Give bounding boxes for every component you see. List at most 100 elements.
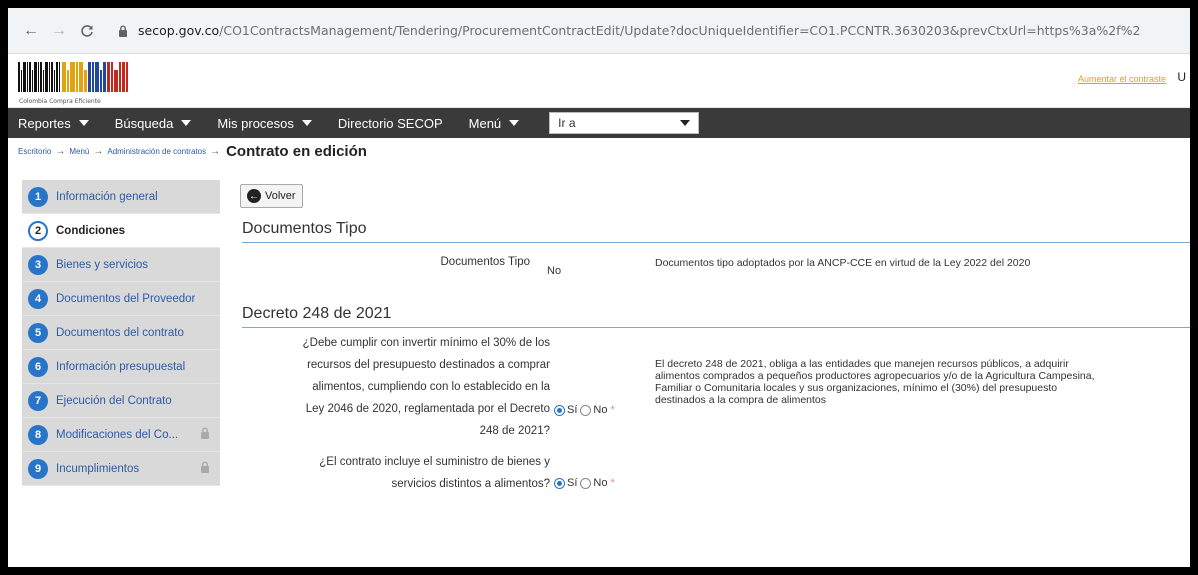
logo-bar <box>40 62 42 92</box>
question-line: ¿El contrato incluye el suministro de bi… <box>319 456 550 468</box>
sidebar-step-9[interactable]: 9 Incumplimientos <box>22 452 220 486</box>
user-initial[interactable]: U <box>1177 70 1186 84</box>
logo-bar <box>79 62 83 92</box>
logo-bar <box>32 70 33 92</box>
q1-no-label[interactable]: No <box>593 404 607 416</box>
logo-bar <box>38 62 39 92</box>
lock-icon[interactable] <box>114 25 132 37</box>
logo-bar <box>54 70 55 92</box>
menu-menu[interactable]: Menú <box>459 108 530 138</box>
logo-bar <box>122 62 125 92</box>
section-title-documentos-tipo: Documentos Tipo <box>242 220 1190 243</box>
url-host: secop.gov.co <box>138 23 220 38</box>
forward-arrow-icon[interactable]: → <box>48 20 70 42</box>
logo-bar <box>84 70 87 92</box>
q1-radio-yes[interactable] <box>554 404 565 416</box>
url-path: /CO1ContractsManagement/Tendering/Procur… <box>219 23 1141 38</box>
q2-no-label[interactable]: No <box>593 477 607 489</box>
sidebar-step-1[interactable]: 1 Información general <box>22 180 220 214</box>
logo-bar <box>126 62 128 92</box>
browser-window: ← → secop.gov.co/CO1ContractsManagement/… <box>8 8 1190 567</box>
q2-radio-yes[interactable] <box>554 477 565 489</box>
logo-caption: Colombia Compra Eficiente <box>19 98 101 105</box>
question-line: 248 de 2021? <box>479 425 550 437</box>
step-label: Incumplimientos <box>56 462 140 475</box>
logo-bar <box>21 70 22 92</box>
step-label: Modificaciones del Co... <box>56 428 179 441</box>
main-content: ← Volver Documentos Tipo Documentos Tipo… <box>234 180 1190 518</box>
logo-bar <box>49 62 50 92</box>
logo-bar <box>51 62 53 92</box>
logo-bar <box>43 70 44 92</box>
back-button[interactable]: ← Volver <box>240 184 303 208</box>
question-bienes-servicios: ¿El contrato incluye el suministro de bi… <box>220 451 550 495</box>
arrow-right-icon: → <box>93 145 104 157</box>
sidebar-step-7[interactable]: 7 Ejecución del Contrato <box>22 384 220 418</box>
question-30-percent: ¿Debe cumplir con invertir mínimo el 30%… <box>220 332 550 442</box>
main-menubar: Reportes Búsqueda Mis procesos Directori… <box>8 108 1190 138</box>
breadcrumb-administracion[interactable]: Administración de contratos <box>107 147 206 156</box>
q2-yes-label[interactable]: Sí <box>567 477 577 489</box>
goto-select[interactable]: Ir a <box>549 112 700 134</box>
logo-bar <box>103 62 106 92</box>
step-number: 9 <box>28 458 48 479</box>
sidebar-step-5[interactable]: 5 Documentos del contrato <box>22 316 220 350</box>
chevron-down-icon <box>301 120 312 126</box>
menu-directorio-secop[interactable]: Directorio SECOP <box>328 108 453 138</box>
step-label: Bienes y servicios <box>56 258 149 271</box>
q1-radio-group: Sí No * <box>554 404 615 416</box>
step-number: 4 <box>28 288 48 309</box>
back-button-label: Volver <box>265 190 296 202</box>
step-label: Condiciones <box>56 224 126 237</box>
step-number: 1 <box>28 186 48 207</box>
logo-bar <box>76 62 78 92</box>
q1-yes-label[interactable]: Sí <box>567 404 577 416</box>
arrow-right-icon: → <box>210 145 221 157</box>
logo-bar <box>107 62 110 92</box>
step-label: Información presupuestal <box>56 360 186 373</box>
reload-icon[interactable] <box>76 20 98 42</box>
q1-radio-no[interactable] <box>580 404 592 416</box>
documentos-tipo-row: Documentos Tipo No Documentos tipo adopt… <box>234 243 1190 305</box>
menu-label: Menú <box>468 115 502 131</box>
logo-bar <box>56 62 58 92</box>
menu-busqueda[interactable]: Búsqueda <box>105 108 202 138</box>
colombia-compra-logo[interactable] <box>18 60 140 98</box>
logo-bar <box>119 62 121 92</box>
logo-bar <box>27 62 28 92</box>
step-label: Documentos del contrato <box>56 326 184 339</box>
chevron-down-icon <box>509 120 520 126</box>
step-number: 7 <box>28 390 48 411</box>
logo-bar <box>70 62 75 92</box>
logo-bar <box>92 62 94 92</box>
sidebar-step-2[interactable]: 2 Condiciones <box>22 214 220 248</box>
menu-reportes[interactable]: Reportes <box>8 108 99 138</box>
contrast-link[interactable]: Aumentar el contraste <box>1078 74 1166 84</box>
address-bar: ← → secop.gov.co/CO1ContractsManagement/… <box>8 8 1190 54</box>
logo-bar <box>67 70 69 92</box>
back-arrow-icon[interactable]: ← <box>20 20 42 42</box>
logo-bar <box>95 62 99 92</box>
required-marker: * <box>610 477 615 489</box>
documentos-tipo-label: Documentos Tipo <box>440 256 531 268</box>
arrow-right-icon: → <box>55 145 66 157</box>
chevron-down-icon <box>78 120 89 126</box>
breadcrumb-menu[interactable]: Menú <box>69 147 89 156</box>
sidebar-step-4[interactable]: 4 Documentos del Proveedor <box>22 282 220 316</box>
sidebar-step-3[interactable]: 3 Bienes y servicios <box>22 248 220 282</box>
logo-bar <box>34 62 37 92</box>
logo-bar <box>100 70 102 92</box>
url-text[interactable]: secop.gov.co/CO1ContractsManagement/Tend… <box>138 23 1140 38</box>
lock-icon <box>200 427 210 442</box>
chevron-down-icon <box>680 120 691 126</box>
sidebar-step-6[interactable]: 6 Información presupuestal <box>22 350 220 384</box>
menu-label: Mis procesos <box>217 115 294 131</box>
menu-mis-procesos[interactable]: Mis procesos <box>207 108 322 138</box>
logo-bar <box>18 62 20 92</box>
required-marker: * <box>610 404 615 416</box>
logo-bar <box>88 62 91 92</box>
lock-icon <box>200 461 210 476</box>
q2-radio-no[interactable] <box>580 477 592 489</box>
sidebar-step-8[interactable]: 8 Modificaciones del Co... <box>22 418 220 452</box>
breadcrumb-escritorio[interactable]: Escritorio <box>18 147 51 156</box>
